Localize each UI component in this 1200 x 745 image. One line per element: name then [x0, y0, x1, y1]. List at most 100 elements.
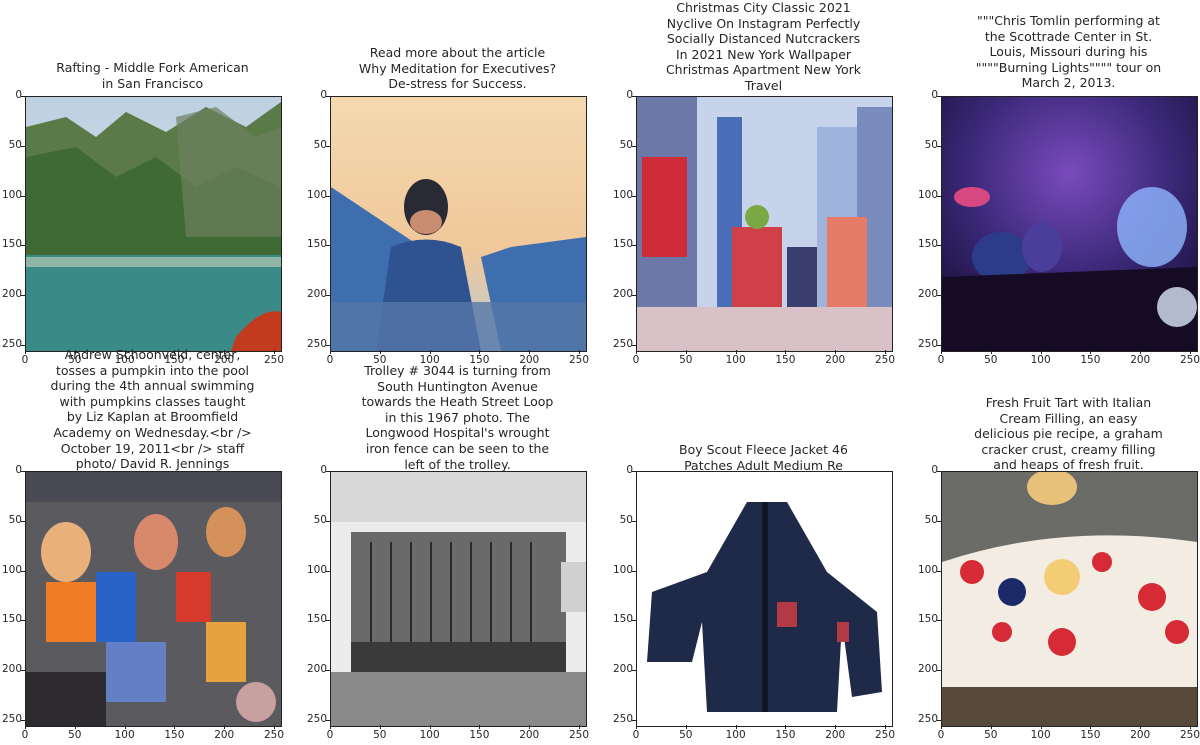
y-tick-label: 50	[619, 138, 633, 151]
x-tick-label: 200	[519, 729, 540, 741]
y-tick	[326, 245, 330, 247]
y-tick-label: 250	[307, 713, 328, 726]
subplot-6: Trolley # 3044 is turning from South Hun…	[305, 363, 610, 745]
x-tick-label: 150	[1080, 729, 1101, 741]
x-tick	[941, 350, 942, 354]
x-tick-label: 0	[937, 729, 945, 741]
y-tick-label: 50	[8, 138, 22, 151]
y-tick	[632, 620, 636, 622]
y-tick	[326, 570, 330, 572]
y-tick	[632, 145, 636, 147]
x-tick-label: 200	[1130, 354, 1151, 366]
subplot-5: Andrew Schoonveld, center, tosses a pump…	[0, 347, 305, 745]
x-tick	[579, 725, 581, 729]
y-tick	[937, 471, 941, 472]
image-city-street	[636, 96, 893, 352]
y-tick	[326, 345, 330, 347]
x-tick	[74, 725, 76, 729]
y-tick	[632, 345, 636, 347]
subplot-title: """Chris Tomlin performing at the Scottr…	[975, 13, 1162, 91]
y-tick-label: 50	[924, 513, 938, 526]
x-tick-label: 50	[984, 354, 998, 366]
x-tick	[274, 725, 276, 729]
y-tick-label: 100	[307, 563, 328, 576]
y-tick	[632, 670, 636, 672]
y-tick	[937, 145, 941, 147]
image-trolley	[330, 471, 587, 727]
y-tick	[326, 670, 330, 672]
y-tick	[21, 670, 25, 672]
y-tick	[21, 345, 25, 347]
subplot-3: Christmas City Classic 2021 Nyclive On I…	[611, 0, 916, 370]
y-tick	[632, 245, 636, 247]
y-tick-label: 0	[320, 464, 327, 476]
y-tick	[632, 295, 636, 297]
x-tick	[1140, 725, 1142, 729]
subplot-title: Christmas City Classic 2021 Nyclive On I…	[665, 0, 862, 93]
y-tick-label: 200	[2, 663, 23, 676]
y-tick-label: 200	[613, 288, 634, 301]
x-tick	[885, 725, 887, 729]
y-tick	[326, 620, 330, 622]
x-tick	[529, 350, 531, 354]
y-tick-label: 0	[15, 464, 22, 476]
x-tick-label: 100	[1030, 354, 1051, 366]
y-tick-label: 250	[307, 338, 328, 351]
y-tick	[937, 96, 941, 97]
x-tick	[25, 725, 26, 729]
image-jacket	[636, 471, 893, 727]
x-tick-label: 50	[68, 729, 82, 741]
x-tick	[885, 350, 887, 354]
x-tick-label: 200	[214, 729, 235, 741]
x-tick	[429, 350, 431, 354]
x-tick-label: 100	[114, 729, 135, 741]
y-tick-label: 200	[918, 288, 939, 301]
y-tick-label: 100	[307, 188, 328, 201]
y-tick	[21, 570, 25, 572]
y-tick	[21, 195, 25, 197]
y-tick	[937, 570, 941, 572]
y-tick-label: 250	[918, 338, 939, 351]
y-tick-label: 0	[320, 89, 327, 101]
y-tick	[937, 620, 941, 622]
y-tick-label: 0	[626, 464, 633, 476]
y-tick-label: 100	[2, 188, 23, 201]
x-tick	[479, 350, 481, 354]
x-tick	[174, 725, 176, 729]
y-tick	[326, 295, 330, 297]
y-tick-label: 150	[613, 613, 634, 626]
x-tick	[124, 725, 126, 729]
y-tick-label: 150	[2, 238, 23, 251]
x-tick	[224, 725, 226, 729]
x-tick-label: 150	[469, 729, 490, 741]
subplot-title: Trolley # 3044 is turning from South Hun…	[361, 363, 554, 472]
y-tick	[326, 96, 330, 97]
y-tick-label: 200	[307, 663, 328, 676]
x-tick	[685, 350, 687, 354]
y-tick-label: 50	[8, 513, 22, 526]
x-tick	[785, 725, 787, 729]
y-tick-label: 150	[918, 238, 939, 251]
x-tick	[685, 725, 687, 729]
x-tick-label: 250	[874, 354, 896, 366]
y-tick	[326, 720, 330, 722]
y-tick	[632, 195, 636, 197]
x-tick-label: 0	[632, 729, 640, 741]
x-tick-label: 100	[1030, 729, 1051, 741]
y-tick-label: 150	[613, 238, 634, 251]
y-tick	[937, 195, 941, 197]
x-tick-label: 0	[21, 729, 29, 741]
x-tick-label: 50	[679, 729, 693, 741]
x-tick	[1040, 350, 1042, 354]
y-tick-label: 100	[613, 563, 634, 576]
y-tick-label: 200	[918, 663, 939, 676]
y-tick-label: 50	[313, 513, 327, 526]
x-tick-label: 0	[937, 354, 945, 366]
y-tick-label: 200	[2, 288, 23, 301]
subplot-8: Fresh Fruit Tart with Italian Cream Fill…	[916, 375, 1200, 745]
y-tick-label: 250	[918, 713, 939, 726]
subplot-title: Fresh Fruit Tart with Italian Cream Fill…	[974, 395, 1163, 473]
y-tick-label: 250	[613, 338, 634, 351]
x-tick	[835, 725, 837, 729]
x-tick	[636, 725, 637, 729]
